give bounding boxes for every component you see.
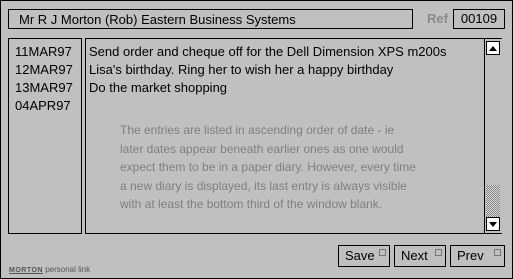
entry-line[interactable]: Do the market shopping xyxy=(89,79,501,97)
logo-text: personal link xyxy=(45,265,91,274)
scroll-down-button[interactable] xyxy=(486,217,500,231)
logo-brand: MORTON xyxy=(9,267,43,274)
next-button[interactable]: Next xyxy=(394,245,446,267)
ref-number-field: 00109 xyxy=(453,9,505,29)
prev-button[interactable]: Prev xyxy=(450,245,505,267)
button-indicator-icon xyxy=(379,249,386,256)
button-indicator-icon xyxy=(435,249,442,256)
date-item[interactable]: 04APR97 xyxy=(15,97,81,115)
triangle-up-icon xyxy=(489,45,497,51)
date-item[interactable]: 12MAR97 xyxy=(15,61,81,79)
help-note: The entries are listed in ascending orde… xyxy=(120,123,416,211)
entry-line[interactable] xyxy=(89,97,501,115)
vertical-scrollbar[interactable] xyxy=(484,39,502,233)
date-item[interactable]: 13MAR97 xyxy=(15,79,81,97)
next-button-label: Next xyxy=(401,248,428,263)
ref-label: Ref xyxy=(427,11,448,26)
save-button[interactable]: Save xyxy=(338,245,390,267)
date-item[interactable]: 11MAR97 xyxy=(15,43,81,61)
scroll-up-button[interactable] xyxy=(486,41,500,55)
contact-title-field: Mr R J Morton (Rob) Eastern Business Sys… xyxy=(8,9,413,29)
app-logo: MORTON personal link xyxy=(9,265,90,274)
button-indicator-icon xyxy=(494,249,501,256)
triangle-down-icon xyxy=(489,221,497,227)
dates-list: 11MAR97 12MAR97 13MAR97 04APR97 xyxy=(8,38,82,234)
scrollbar-thumb[interactable] xyxy=(486,185,500,217)
save-button-label: Save xyxy=(345,248,375,263)
diary-window: Mr R J Morton (Rob) Eastern Business Sys… xyxy=(0,0,513,279)
prev-button-label: Prev xyxy=(457,248,484,263)
entries-textarea[interactable]: Send order and cheque off for the Dell D… xyxy=(85,38,502,234)
entry-line[interactable]: Send order and cheque off for the Dell D… xyxy=(89,43,501,61)
entry-line[interactable]: Lisa's birthday. Ring her to wish her a … xyxy=(89,61,501,79)
